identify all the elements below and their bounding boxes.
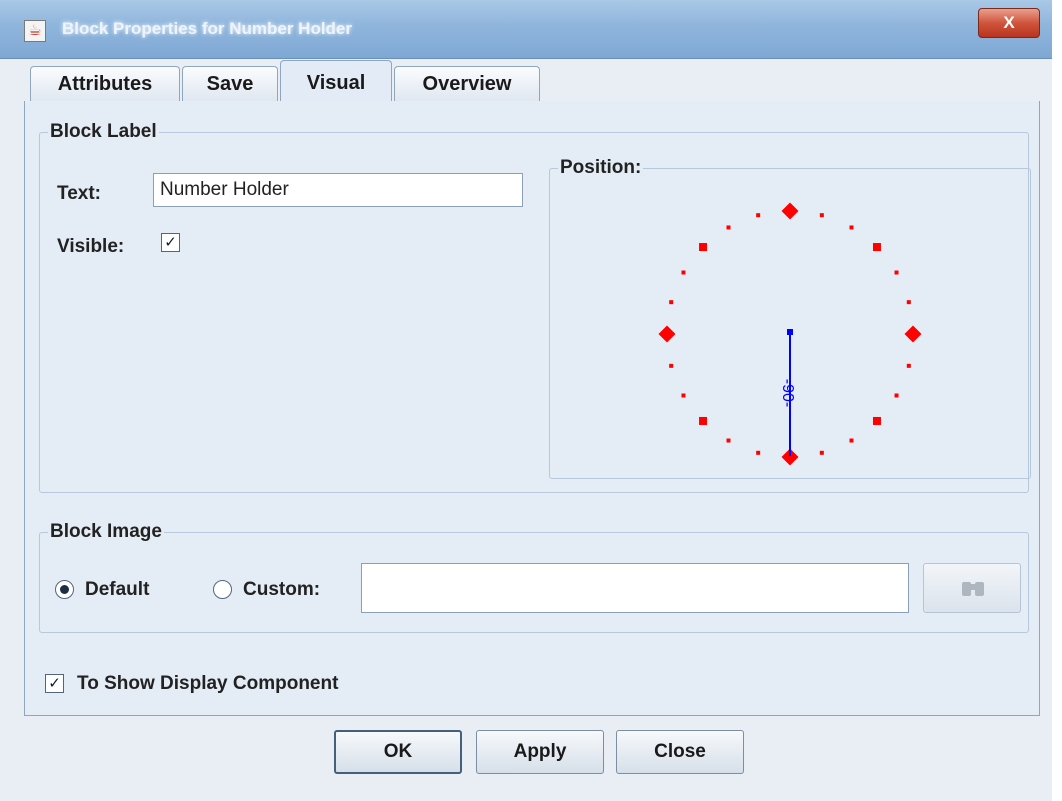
- position-marker[interactable]: [726, 438, 731, 443]
- tab-attributes[interactable]: Attributes: [30, 66, 180, 101]
- position-marker[interactable]: [894, 270, 899, 275]
- tab-strip: Attributes Save Visual Overview: [24, 58, 1040, 102]
- position-marker[interactable]: [756, 450, 761, 455]
- position-marker[interactable]: [699, 243, 708, 252]
- button-bar: OK Apply Close: [24, 716, 1040, 801]
- position-marker[interactable]: [681, 270, 686, 275]
- label-text-input[interactable]: Number Holder: [153, 173, 523, 207]
- position-marker[interactable]: [658, 325, 676, 343]
- tab-save[interactable]: Save: [182, 66, 278, 101]
- position-marker[interactable]: [894, 393, 899, 398]
- tab-visual[interactable]: Visual: [280, 60, 392, 102]
- position-marker[interactable]: [849, 438, 854, 443]
- position-marker[interactable]: [872, 243, 881, 252]
- default-radio[interactable]: [55, 580, 74, 599]
- position-marker[interactable]: [906, 363, 911, 368]
- show-display-label: To Show Display Component: [77, 673, 339, 694]
- position-marker[interactable]: [781, 202, 799, 220]
- position-marker[interactable]: [681, 393, 686, 398]
- position-marker[interactable]: [906, 300, 911, 305]
- close-button[interactable]: Close: [616, 730, 744, 774]
- position-marker[interactable]: [819, 450, 824, 455]
- dialog-window: ☕ Block Properties for Number Holder X A…: [0, 0, 1052, 801]
- position-marker[interactable]: [669, 363, 674, 368]
- position-marker[interactable]: [872, 416, 881, 425]
- position-marker[interactable]: [669, 300, 674, 305]
- text-label: Text:: [57, 183, 101, 204]
- block-label-title: Block Label: [50, 121, 157, 142]
- position-selector[interactable]: -90-: [550, 171, 1030, 471]
- position-marker[interactable]: [819, 213, 824, 218]
- custom-label: Custom:: [243, 579, 321, 600]
- position-marker[interactable]: [699, 416, 708, 425]
- visible-checkbox[interactable]: ✓: [161, 233, 180, 252]
- browse-button[interactable]: [923, 563, 1021, 613]
- tab-overview[interactable]: Overview: [394, 66, 540, 101]
- position-marker[interactable]: [726, 225, 731, 230]
- default-label: Default: [85, 579, 150, 600]
- apply-button[interactable]: Apply: [476, 730, 604, 774]
- show-display-checkbox[interactable]: ✓: [45, 674, 64, 693]
- position-indicator-handle[interactable]: [787, 329, 793, 335]
- position-marker[interactable]: [756, 213, 761, 218]
- block-image-title: Block Image: [50, 521, 162, 542]
- binoculars-icon: [962, 582, 984, 596]
- position-angle-label: -90-: [779, 379, 796, 407]
- position-marker[interactable]: [904, 325, 922, 343]
- java-coffee-icon: ☕: [24, 20, 46, 42]
- window-title: Block Properties for Number Holder: [62, 19, 353, 38]
- position-marker[interactable]: [849, 225, 854, 230]
- title-bar: ☕ Block Properties for Number Holder X: [0, 0, 1052, 59]
- custom-radio[interactable]: [213, 580, 232, 599]
- visual-tab-panel: Block Label Text: Number Holder Visible:…: [24, 101, 1040, 716]
- ok-button[interactable]: OK: [334, 730, 462, 774]
- visible-label: Visible:: [57, 236, 125, 257]
- custom-image-path-input[interactable]: [361, 563, 909, 613]
- close-window-button[interactable]: X: [978, 8, 1040, 38]
